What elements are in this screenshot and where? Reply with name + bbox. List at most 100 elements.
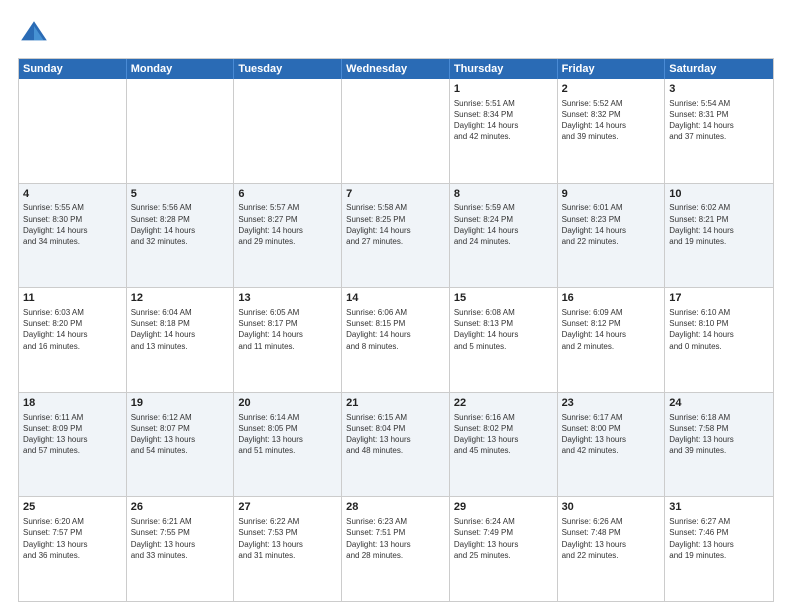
day-info: Sunrise: 5:57 AM Sunset: 8:27 PM Dayligh… [238,202,337,247]
day-6: 6Sunrise: 5:57 AM Sunset: 8:27 PM Daylig… [234,184,342,288]
day-29: 29Sunrise: 6:24 AM Sunset: 7:49 PM Dayli… [450,497,558,601]
day-number: 22 [454,396,553,411]
day-info: Sunrise: 6:23 AM Sunset: 7:51 PM Dayligh… [346,516,445,561]
day-info: Sunrise: 6:10 AM Sunset: 8:10 PM Dayligh… [669,307,769,352]
day-info: Sunrise: 6:08 AM Sunset: 8:13 PM Dayligh… [454,307,553,352]
day-3: 3Sunrise: 5:54 AM Sunset: 8:31 PM Daylig… [665,79,773,183]
day-info: Sunrise: 6:12 AM Sunset: 8:07 PM Dayligh… [131,412,230,457]
day-9: 9Sunrise: 6:01 AM Sunset: 8:23 PM Daylig… [558,184,666,288]
day-info: Sunrise: 6:09 AM Sunset: 8:12 PM Dayligh… [562,307,661,352]
empty-cell [342,79,450,183]
day-26: 26Sunrise: 6:21 AM Sunset: 7:55 PM Dayli… [127,497,235,601]
day-info: Sunrise: 5:59 AM Sunset: 8:24 PM Dayligh… [454,202,553,247]
day-4: 4Sunrise: 5:55 AM Sunset: 8:30 PM Daylig… [19,184,127,288]
header-day-monday: Monday [127,59,235,79]
day-number: 3 [669,82,769,97]
day-info: Sunrise: 6:21 AM Sunset: 7:55 PM Dayligh… [131,516,230,561]
day-number: 18 [23,396,122,411]
day-16: 16Sunrise: 6:09 AM Sunset: 8:12 PM Dayli… [558,288,666,392]
day-info: Sunrise: 6:02 AM Sunset: 8:21 PM Dayligh… [669,202,769,247]
day-number: 20 [238,396,337,411]
day-5: 5Sunrise: 5:56 AM Sunset: 8:28 PM Daylig… [127,184,235,288]
day-number: 17 [669,291,769,306]
day-number: 10 [669,187,769,202]
day-24: 24Sunrise: 6:18 AM Sunset: 7:58 PM Dayli… [665,393,773,497]
day-22: 22Sunrise: 6:16 AM Sunset: 8:02 PM Dayli… [450,393,558,497]
day-number: 24 [669,396,769,411]
day-info: Sunrise: 6:04 AM Sunset: 8:18 PM Dayligh… [131,307,230,352]
day-number: 27 [238,500,337,515]
calendar-row-2: 11Sunrise: 6:03 AM Sunset: 8:20 PM Dayli… [19,287,773,392]
calendar-header: SundayMondayTuesdayWednesdayThursdayFrid… [19,59,773,79]
day-info: Sunrise: 6:01 AM Sunset: 8:23 PM Dayligh… [562,202,661,247]
day-number: 23 [562,396,661,411]
day-number: 19 [131,396,230,411]
day-number: 15 [454,291,553,306]
day-number: 2 [562,82,661,97]
day-number: 12 [131,291,230,306]
day-number: 8 [454,187,553,202]
day-info: Sunrise: 5:54 AM Sunset: 8:31 PM Dayligh… [669,98,769,143]
day-info: Sunrise: 6:18 AM Sunset: 7:58 PM Dayligh… [669,412,769,457]
day-number: 28 [346,500,445,515]
calendar: SundayMondayTuesdayWednesdayThursdayFrid… [18,58,774,602]
day-number: 26 [131,500,230,515]
logo-icon [18,18,50,50]
day-info: Sunrise: 5:52 AM Sunset: 8:32 PM Dayligh… [562,98,661,143]
day-10: 10Sunrise: 6:02 AM Sunset: 8:21 PM Dayli… [665,184,773,288]
logo [18,18,54,50]
day-number: 1 [454,82,553,97]
header-day-sunday: Sunday [19,59,127,79]
day-7: 7Sunrise: 5:58 AM Sunset: 8:25 PM Daylig… [342,184,450,288]
day-number: 6 [238,187,337,202]
day-info: Sunrise: 6:20 AM Sunset: 7:57 PM Dayligh… [23,516,122,561]
empty-cell [127,79,235,183]
day-number: 13 [238,291,337,306]
day-12: 12Sunrise: 6:04 AM Sunset: 8:18 PM Dayli… [127,288,235,392]
day-info: Sunrise: 6:14 AM Sunset: 8:05 PM Dayligh… [238,412,337,457]
day-info: Sunrise: 6:03 AM Sunset: 8:20 PM Dayligh… [23,307,122,352]
day-info: Sunrise: 6:15 AM Sunset: 8:04 PM Dayligh… [346,412,445,457]
day-number: 31 [669,500,769,515]
day-info: Sunrise: 6:26 AM Sunset: 7:48 PM Dayligh… [562,516,661,561]
header-day-tuesday: Tuesday [234,59,342,79]
day-15: 15Sunrise: 6:08 AM Sunset: 8:13 PM Dayli… [450,288,558,392]
day-18: 18Sunrise: 6:11 AM Sunset: 8:09 PM Dayli… [19,393,127,497]
day-8: 8Sunrise: 5:59 AM Sunset: 8:24 PM Daylig… [450,184,558,288]
day-27: 27Sunrise: 6:22 AM Sunset: 7:53 PM Dayli… [234,497,342,601]
day-number: 21 [346,396,445,411]
day-2: 2Sunrise: 5:52 AM Sunset: 8:32 PM Daylig… [558,79,666,183]
day-number: 7 [346,187,445,202]
day-31: 31Sunrise: 6:27 AM Sunset: 7:46 PM Dayli… [665,497,773,601]
calendar-row-3: 18Sunrise: 6:11 AM Sunset: 8:09 PM Dayli… [19,392,773,497]
day-number: 25 [23,500,122,515]
day-30: 30Sunrise: 6:26 AM Sunset: 7:48 PM Dayli… [558,497,666,601]
day-13: 13Sunrise: 6:05 AM Sunset: 8:17 PM Dayli… [234,288,342,392]
day-number: 14 [346,291,445,306]
day-21: 21Sunrise: 6:15 AM Sunset: 8:04 PM Dayli… [342,393,450,497]
day-info: Sunrise: 5:55 AM Sunset: 8:30 PM Dayligh… [23,202,122,247]
header-day-wednesday: Wednesday [342,59,450,79]
day-23: 23Sunrise: 6:17 AM Sunset: 8:00 PM Dayli… [558,393,666,497]
day-19: 19Sunrise: 6:12 AM Sunset: 8:07 PM Dayli… [127,393,235,497]
empty-cell [19,79,127,183]
day-11: 11Sunrise: 6:03 AM Sunset: 8:20 PM Dayli… [19,288,127,392]
day-info: Sunrise: 6:17 AM Sunset: 8:00 PM Dayligh… [562,412,661,457]
day-info: Sunrise: 6:16 AM Sunset: 8:02 PM Dayligh… [454,412,553,457]
day-info: Sunrise: 6:06 AM Sunset: 8:15 PM Dayligh… [346,307,445,352]
day-1: 1Sunrise: 5:51 AM Sunset: 8:34 PM Daylig… [450,79,558,183]
day-info: Sunrise: 6:27 AM Sunset: 7:46 PM Dayligh… [669,516,769,561]
day-17: 17Sunrise: 6:10 AM Sunset: 8:10 PM Dayli… [665,288,773,392]
day-info: Sunrise: 6:22 AM Sunset: 7:53 PM Dayligh… [238,516,337,561]
header [18,18,774,50]
day-number: 5 [131,187,230,202]
calendar-row-0: 1Sunrise: 5:51 AM Sunset: 8:34 PM Daylig… [19,79,773,183]
day-20: 20Sunrise: 6:14 AM Sunset: 8:05 PM Dayli… [234,393,342,497]
day-info: Sunrise: 6:11 AM Sunset: 8:09 PM Dayligh… [23,412,122,457]
header-day-thursday: Thursday [450,59,558,79]
day-number: 9 [562,187,661,202]
header-day-friday: Friday [558,59,666,79]
day-number: 30 [562,500,661,515]
day-info: Sunrise: 6:24 AM Sunset: 7:49 PM Dayligh… [454,516,553,561]
day-number: 11 [23,291,122,306]
